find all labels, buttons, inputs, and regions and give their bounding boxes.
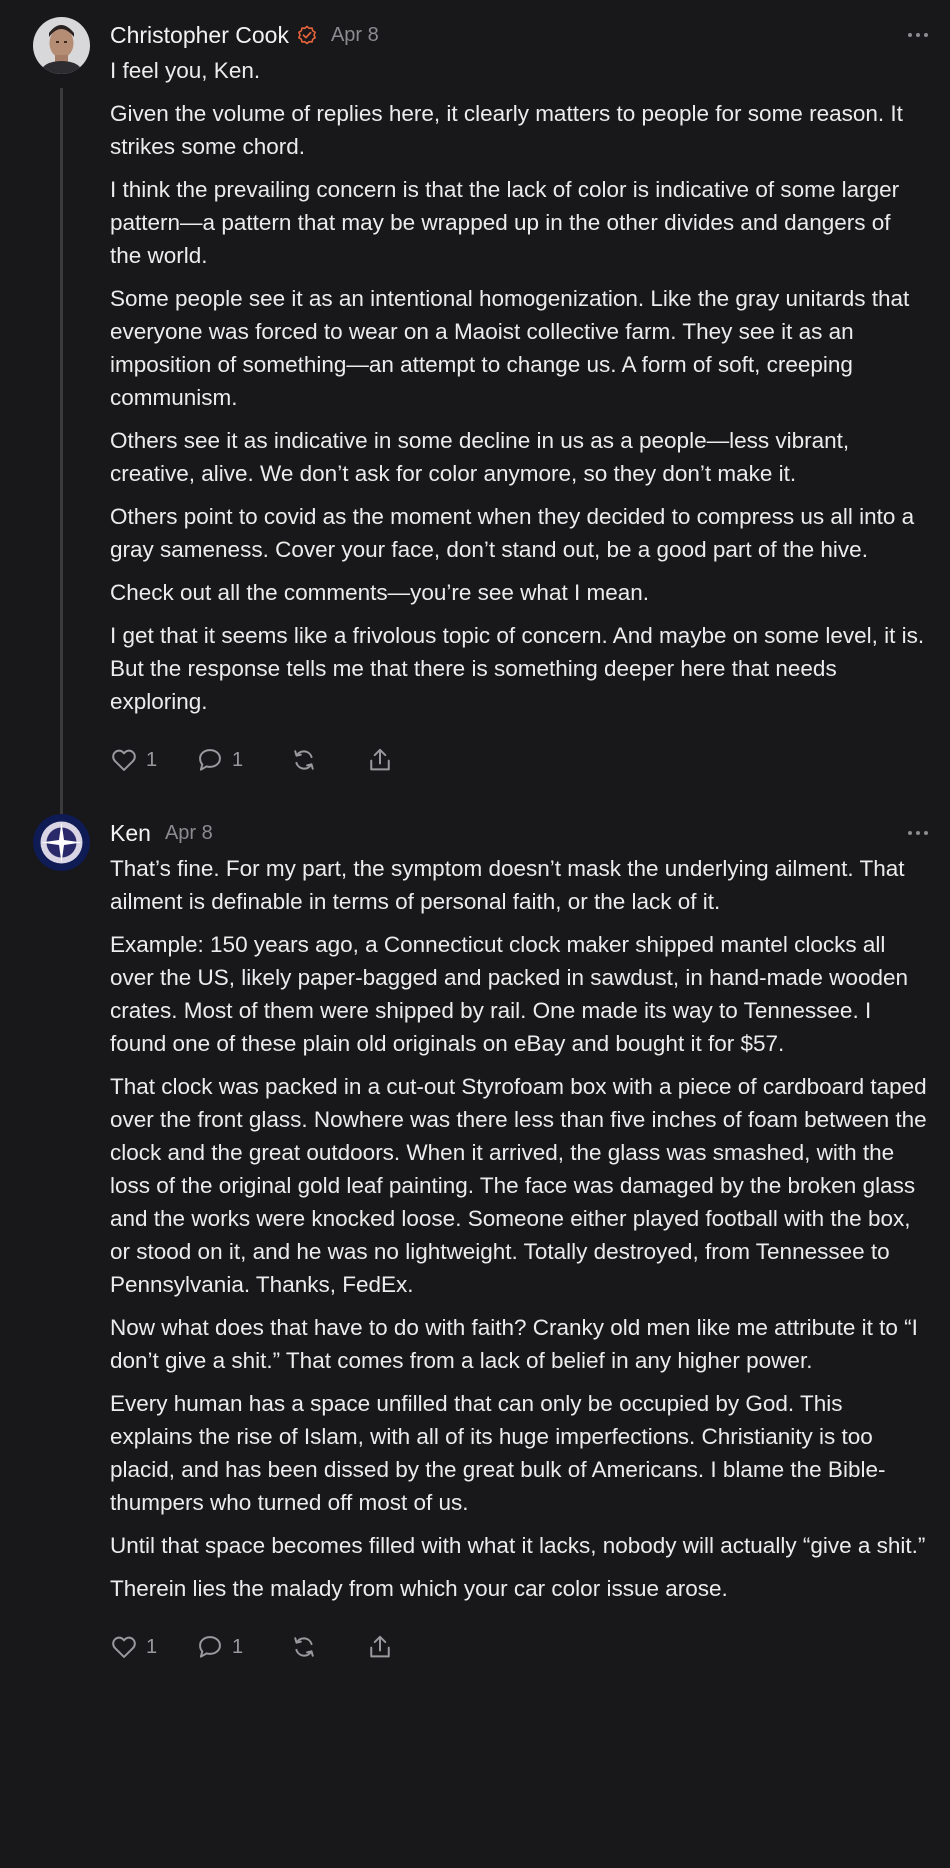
heart-icon	[112, 1636, 136, 1658]
share-icon	[370, 1635, 390, 1658]
comment-paragraph: That clock was packed in a cut-out Styro…	[110, 1074, 927, 1297]
reply-button[interactable]: 1	[196, 746, 290, 774]
comment-paragraph: Until that space becomes filled with wha…	[110, 1533, 926, 1558]
restack-button[interactable]	[290, 746, 366, 774]
comment-paragraph: I feel you, Ken.	[110, 58, 261, 83]
restack-icon	[294, 750, 314, 770]
comment-icon	[199, 749, 221, 771]
comment-paragraph: Others point to covid as the moment when…	[110, 504, 915, 562]
comment-paragraph: That’s fine. For my part, the symptom do…	[110, 856, 905, 914]
comment-actions: 1 1	[110, 740, 928, 780]
comment-actions: 1 1	[110, 1627, 928, 1667]
person-photo-icon	[33, 17, 90, 74]
share-button[interactable]	[366, 1633, 394, 1661]
thread-line	[60, 88, 63, 858]
comment-paragraph: Example: 150 years ago, a Connecticut cl…	[110, 932, 909, 1056]
author-name[interactable]: Ken	[110, 820, 151, 847]
comment: Ken Apr 8 That’s fine. For my part, the …	[0, 814, 950, 1667]
comment-paragraph: Given the volume of replies here, it cle…	[110, 101, 903, 159]
share-button[interactable]	[366, 746, 394, 774]
comment-date[interactable]: Apr 8	[331, 24, 379, 47]
like-count: 1	[146, 1635, 158, 1658]
comment-paragraph: Now what does that have to do with faith…	[110, 1315, 918, 1373]
comment-header: Ken Apr 8	[110, 816, 928, 850]
like-button[interactable]: 1	[110, 1633, 196, 1661]
comment-icon	[199, 1636, 221, 1658]
avatar[interactable]	[33, 814, 90, 871]
heart-icon	[112, 749, 136, 771]
comment-paragraph: Some people see it as an intentional hom…	[110, 286, 910, 410]
share-icon	[370, 748, 390, 771]
comment-paragraph: I think the prevailing concern is that t…	[110, 177, 900, 268]
more-icon[interactable]	[908, 18, 928, 52]
reply-count: 1	[232, 748, 244, 771]
avatar[interactable]	[33, 17, 90, 74]
restack-icon	[294, 1637, 314, 1657]
comment-date[interactable]: Apr 8	[165, 822, 213, 845]
like-button[interactable]: 1	[110, 746, 196, 774]
comment: Christopher Cook Apr 8 I feel you, Ken. …	[0, 0, 950, 858]
verified-icon	[297, 25, 317, 45]
comment-paragraph: Every human has a space unfilled that ca…	[110, 1391, 886, 1515]
comment-paragraph: Others see it as indicative in some decl…	[110, 428, 850, 486]
comment-paragraph: I get that it seems like a frivolous top…	[110, 623, 925, 714]
more-icon[interactable]	[908, 816, 928, 850]
like-count: 1	[146, 748, 158, 771]
restack-button[interactable]	[290, 1633, 366, 1661]
reply-button[interactable]: 1	[196, 1633, 290, 1661]
comment-body: I feel you, Ken. Given the volume of rep…	[110, 54, 928, 718]
author-name[interactable]: Christopher Cook	[110, 22, 289, 49]
comment-header: Christopher Cook Apr 8	[110, 18, 928, 52]
comment-paragraph: Therein lies the malady from which your …	[110, 1576, 728, 1601]
reply-count: 1	[232, 1635, 244, 1658]
comment-body: That’s fine. For my part, the symptom do…	[110, 852, 928, 1605]
star-emblem-icon	[33, 814, 90, 871]
comment-paragraph: Check out all the comments—you’re see wh…	[110, 580, 650, 605]
